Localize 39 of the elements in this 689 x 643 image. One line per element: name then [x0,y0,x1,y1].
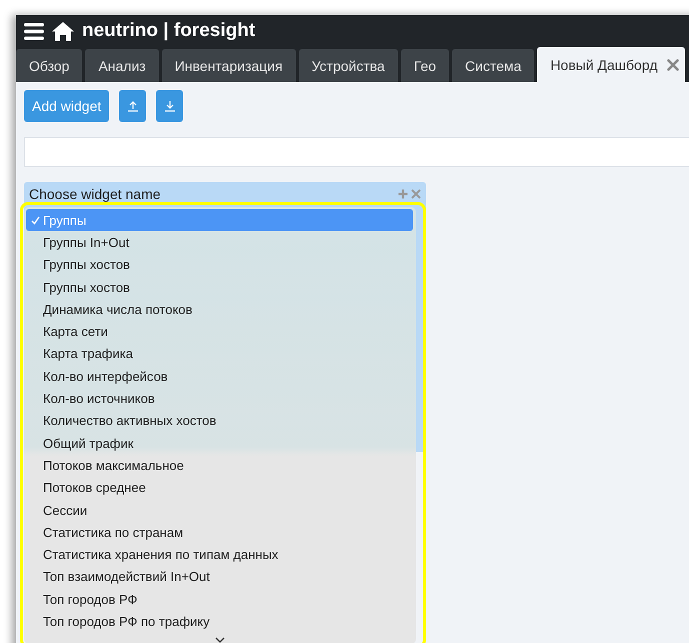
dropdown-option[interactable]: Кол-во источников [24,387,416,410]
tab[interactable]: Устройства [298,49,398,82]
dropdown-option[interactable]: Топ взаимодействий In+Out [24,566,416,588]
close-icon[interactable] [667,58,680,70]
dropdown-option[interactable]: Потоков среднее [24,476,416,499]
dropdown-option[interactable]: Статистика хранения по типам данных [24,543,416,566]
close-icon[interactable] [411,189,421,199]
dropdown-option[interactable]: Группы In+Out [24,231,416,254]
dropdown-option[interactable]: Количество активных хостов [24,410,416,432]
dropdown-option[interactable]: Общий трафик [24,432,416,454]
tab[interactable]: Анализ [85,49,159,82]
download-button[interactable] [156,90,184,122]
dropdown-option[interactable]: Топ городов РФ по трафику [24,610,416,633]
upload-icon [126,100,139,112]
dropdown-option[interactable]: Топ городов РФ [24,588,416,610]
tab[interactable]: Система [452,49,534,82]
chevron-down-icon[interactable] [215,636,225,643]
input-field[interactable] [24,137,689,167]
upload-button[interactable] [119,90,146,122]
dropdown-option[interactable]: Потоков максимальное [24,454,416,477]
app-title: neutrino | foresight [82,20,256,42]
tab[interactable]: Обзор [16,49,82,82]
menu-icon[interactable] [24,22,44,40]
dropdown-option[interactable]: Сессии [24,498,416,522]
plus-icon[interactable] [398,189,408,199]
dropdown-option[interactable]: Статистика по странам [24,521,416,544]
dropdown-option[interactable]: Карта трафика [24,342,416,366]
tab[interactable]: Гео [400,49,450,82]
tab[interactable]: Новый Дашборд [537,47,686,82]
widget-title: Choose widget name [29,186,162,202]
dropdown-option[interactable]: Динамика числа потоков [24,298,416,320]
tab[interactable]: Инвентаризация [162,49,296,82]
dropdown-option[interactable]: Группы хостов [24,254,416,276]
download-icon [164,100,176,112]
check-icon [31,216,40,225]
home-icon[interactable] [52,22,74,40]
dropdown-option[interactable]: Кол-во интерфейсов [24,365,416,388]
dropdown-option[interactable]: Карта сети [24,320,416,343]
dropdown-option[interactable]: Группы хостов [24,276,416,298]
